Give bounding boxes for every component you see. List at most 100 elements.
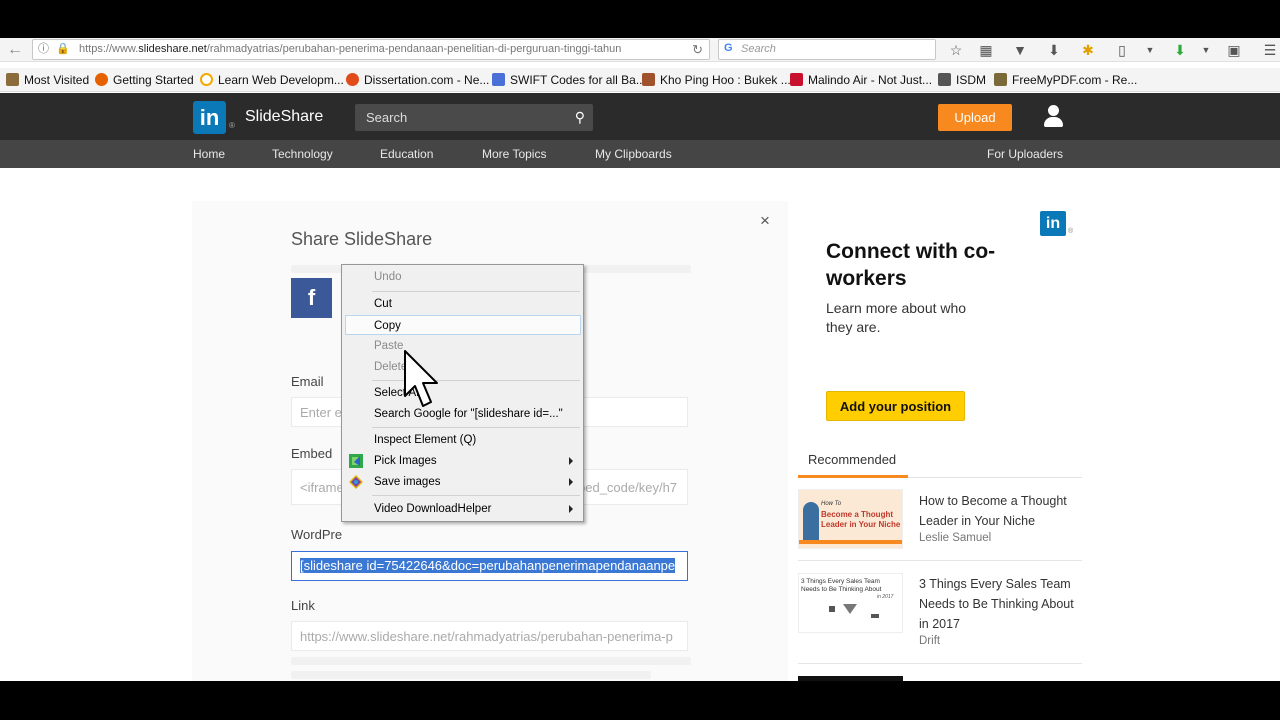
thumb-text: Leader in Your Niche bbox=[821, 520, 901, 529]
url-text[interactable]: https://www.slideshare.net/rahmadyatrias… bbox=[79, 43, 679, 55]
menu-item-copy[interactable]: Copy bbox=[345, 315, 581, 335]
submenu-arrow-icon bbox=[569, 457, 573, 465]
menu-item-technology[interactable]: Technology bbox=[272, 147, 333, 161]
recommended-thumbnail[interactable]: How To Become a Thought Leader in Your N… bbox=[798, 489, 903, 549]
mouse-pointer-icon bbox=[404, 350, 438, 407]
wordpress-field[interactable]: [slideshare id=75422646&doc=perubahanpen… bbox=[291, 551, 688, 581]
recommended-title[interactable]: 3 Things Every Sales Team Needs to Be Th… bbox=[919, 574, 1084, 634]
pick-images-icon bbox=[349, 454, 363, 468]
tab-recommended[interactable]: Recommended bbox=[798, 450, 908, 478]
ghost-line bbox=[291, 671, 651, 679]
embed-value-right: bed_code/key/h7 bbox=[578, 480, 678, 495]
ad-subtitle: Learn more about who they are. bbox=[826, 300, 967, 335]
thumb-text: Become a Thought bbox=[821, 510, 894, 519]
menu-item-video-downloadhelper[interactable]: Video DownloadHelper bbox=[342, 499, 583, 519]
malindo-icon bbox=[790, 73, 803, 86]
upload-button[interactable]: Upload bbox=[938, 104, 1012, 131]
addon-icon[interactable]: ▣ bbox=[1224, 40, 1244, 60]
chevron-down-icon[interactable]: ▼ bbox=[1140, 40, 1160, 60]
pocket-icon[interactable]: ▼ bbox=[1010, 40, 1030, 60]
thumb-text: in 2017 bbox=[877, 594, 894, 600]
menu-item-for-uploaders[interactable]: For Uploaders bbox=[987, 147, 1063, 161]
browser-window: ← ⓘ 🔒 https://www.slideshare.net/rahmady… bbox=[0, 38, 1280, 681]
clipboard-icon[interactable]: ▯ bbox=[1112, 40, 1132, 60]
ad-title[interactable]: Connect with co-workers bbox=[826, 238, 1026, 292]
wordpress-label: WordPre bbox=[291, 527, 343, 542]
site-search-input[interactable]: Search ⚲ bbox=[355, 104, 593, 131]
brand-name[interactable]: SlideShare bbox=[245, 108, 323, 126]
recommended-thumbnail[interactable] bbox=[798, 676, 903, 681]
screen-frame: ← ⓘ 🔒 https://www.slideshare.net/rahmady… bbox=[0, 0, 1280, 720]
lock-icon[interactable]: 🔒 bbox=[56, 42, 70, 57]
bookmark-item[interactable]: Most Visited bbox=[6, 73, 89, 87]
embed-label: Embed bbox=[291, 446, 333, 461]
reading-list-icon[interactable]: ▦ bbox=[976, 40, 996, 60]
recommended-author[interactable]: Leslie Samuel bbox=[919, 532, 991, 544]
close-icon[interactable]: × bbox=[760, 211, 770, 231]
user-icon[interactable] bbox=[1042, 105, 1064, 129]
thumb-text: How To bbox=[821, 501, 842, 507]
menu-item-inspect-element[interactable]: Inspect Element (Q) bbox=[342, 430, 583, 450]
recommended-title[interactable]: How to Become a Thought Leader in Your N… bbox=[919, 491, 1084, 531]
google-icon: G bbox=[724, 42, 733, 54]
facebook-share-button[interactable]: f bbox=[291, 278, 332, 318]
bookmark-item[interactable]: FreeMyPDF.com - Re... bbox=[994, 73, 1137, 87]
menu-separator bbox=[372, 291, 580, 292]
bookmarks-bar: Most Visited Getting Started Learn Web D… bbox=[0, 68, 1280, 92]
save-images-icon bbox=[349, 475, 363, 489]
reload-icon[interactable]: ↻ bbox=[692, 42, 703, 58]
bookmark-item[interactable]: Getting Started bbox=[95, 73, 194, 87]
submenu-arrow-icon bbox=[569, 505, 573, 513]
modal-title: Share SlideShare bbox=[291, 229, 433, 249]
menu-item-select-all[interactable]: Select All bbox=[342, 383, 583, 403]
menu-item-delete[interactable]: Delete bbox=[342, 357, 583, 377]
back-arrow-icon[interactable]: ← bbox=[4, 41, 26, 59]
menu-item-home[interactable]: Home bbox=[193, 147, 225, 161]
info-icon[interactable]: ⓘ bbox=[38, 42, 49, 57]
chevron-down-icon[interactable]: ▼ bbox=[1196, 40, 1216, 60]
link-field[interactable]: https://www.slideshare.net/rahmadyatrias… bbox=[291, 621, 688, 651]
download-helper-icon[interactable]: ⬇ bbox=[1170, 40, 1190, 60]
link-label: Link bbox=[291, 598, 315, 613]
bookmark-item[interactable]: SWIFT Codes for all Ba... bbox=[492, 73, 646, 87]
registered-mark: ® bbox=[1068, 228, 1074, 235]
menu-item-search-google[interactable]: Search Google for "[slideshare id=..." bbox=[342, 404, 583, 424]
linkedin-ad-logo-icon[interactable]: in bbox=[1040, 211, 1066, 236]
linkedin-logo-icon[interactable]: in bbox=[193, 101, 226, 134]
add-position-button[interactable]: Add your position bbox=[826, 391, 965, 421]
browser-search-input[interactable]: G Search bbox=[718, 39, 936, 60]
bookmark-item[interactable]: Kho Ping Hoo : Bukek ... bbox=[642, 73, 791, 87]
bookmark-item[interactable]: Dissertation.com - Ne... bbox=[346, 73, 489, 87]
extension-icon[interactable]: ✱ bbox=[1078, 40, 1098, 60]
menu-item-label: Video DownloadHelper bbox=[374, 503, 492, 515]
bookmark-item[interactable]: Malindo Air - Not Just... bbox=[790, 73, 932, 87]
category-menu: Home Technology Education More Topics My… bbox=[0, 140, 1280, 168]
menu-item-education[interactable]: Education bbox=[380, 147, 433, 161]
firefox-icon bbox=[95, 73, 108, 86]
hamburger-menu-icon[interactable]: ☰ bbox=[1260, 40, 1280, 60]
wordpress-selected-text: [slideshare id=75422646&doc=perubahanpen… bbox=[300, 558, 676, 573]
list-divider bbox=[798, 663, 1082, 664]
menu-item-paste[interactable]: Paste bbox=[342, 336, 583, 356]
swift-icon bbox=[492, 73, 505, 86]
freemypdf-icon bbox=[994, 73, 1007, 86]
download-icon[interactable]: ⬇ bbox=[1044, 40, 1064, 60]
search-icon[interactable]: ⚲ bbox=[575, 109, 585, 126]
browser-navbar: ← ⓘ 🔒 https://www.slideshare.net/rahmady… bbox=[0, 38, 1280, 62]
recommended-thumbnail[interactable]: 3 Things Every Sales Team Needs to Be Th… bbox=[798, 573, 903, 633]
bookmark-item[interactable]: ISDM bbox=[938, 73, 986, 87]
menu-item-undo[interactable]: Undo bbox=[342, 267, 583, 287]
registered-mark: ® bbox=[229, 121, 235, 130]
menu-item-pick-images[interactable]: Pick Images bbox=[342, 451, 583, 471]
menu-item-my-clipboards[interactable]: My Clipboards bbox=[595, 147, 672, 161]
recommended-author[interactable]: Drift bbox=[919, 635, 940, 647]
bookmark-star-icon[interactable]: ☆ bbox=[946, 40, 966, 60]
url-bar[interactable]: ⓘ 🔒 https://www.slideshare.net/rahmadyat… bbox=[32, 39, 710, 60]
menu-item-save-images[interactable]: Save images bbox=[342, 472, 583, 492]
thumb-text: 3 Things Every Sales Team bbox=[801, 578, 880, 585]
bookmark-favicon-icon bbox=[6, 73, 19, 86]
menu-item-cut[interactable]: Cut bbox=[342, 294, 583, 314]
bookmark-item[interactable]: Learn Web Developm... bbox=[200, 73, 344, 87]
context-menu: Undo Cut Copy Paste Delete Select All Se… bbox=[341, 264, 584, 522]
menu-item-more-topics[interactable]: More Topics bbox=[482, 147, 546, 161]
